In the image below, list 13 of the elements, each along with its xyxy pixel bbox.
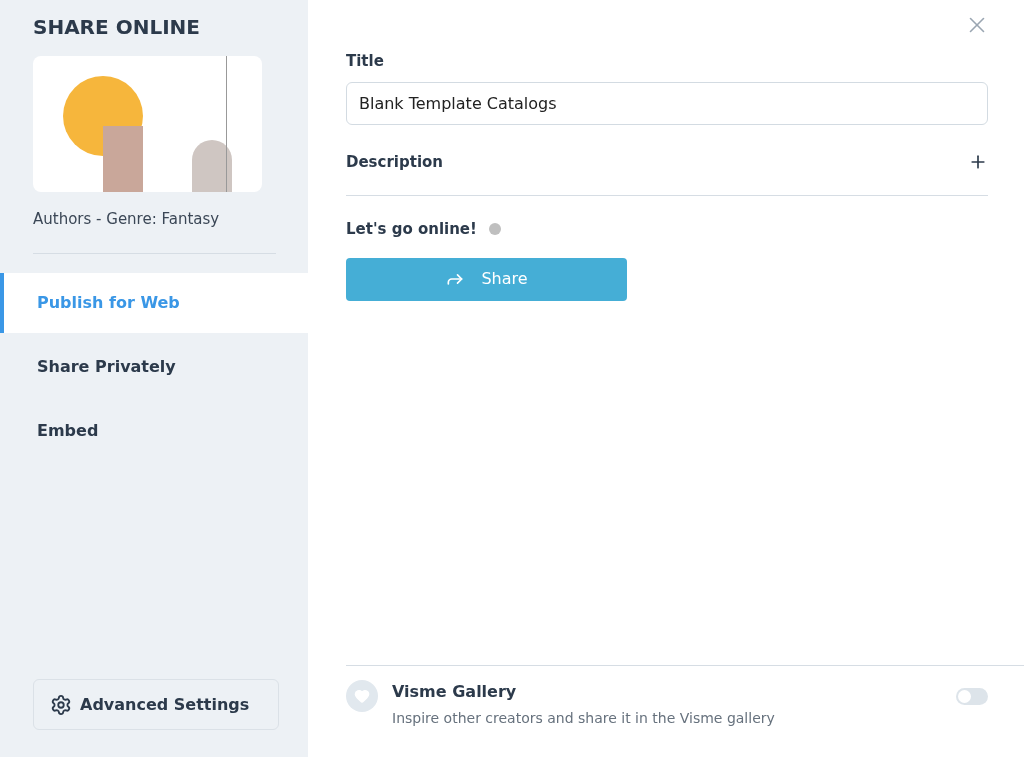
nav-item[interactable]: Embed (0, 400, 308, 461)
settings-icon (50, 693, 72, 716)
advanced-settings-button[interactable]: Advanced Settings (33, 679, 279, 730)
field-label: Description (346, 151, 444, 173)
gallery-title: Visme Gallery (392, 681, 518, 703)
project-name: Authors - Genre: Fantasy (33, 209, 221, 230)
gallery-description: Inspire other creators and share it in the Visme gallery (392, 709, 776, 728)
nav-item[interactable]: Share Privately (0, 336, 308, 397)
title-field[interactable]: Blank Template Catalogs (346, 81, 988, 125)
field-label: Title (346, 51, 385, 72)
status-label: Let's go online! (346, 219, 477, 240)
panel-heading: SHARE ONLINE (33, 14, 201, 41)
gallery-toggle[interactable] (956, 688, 988, 705)
